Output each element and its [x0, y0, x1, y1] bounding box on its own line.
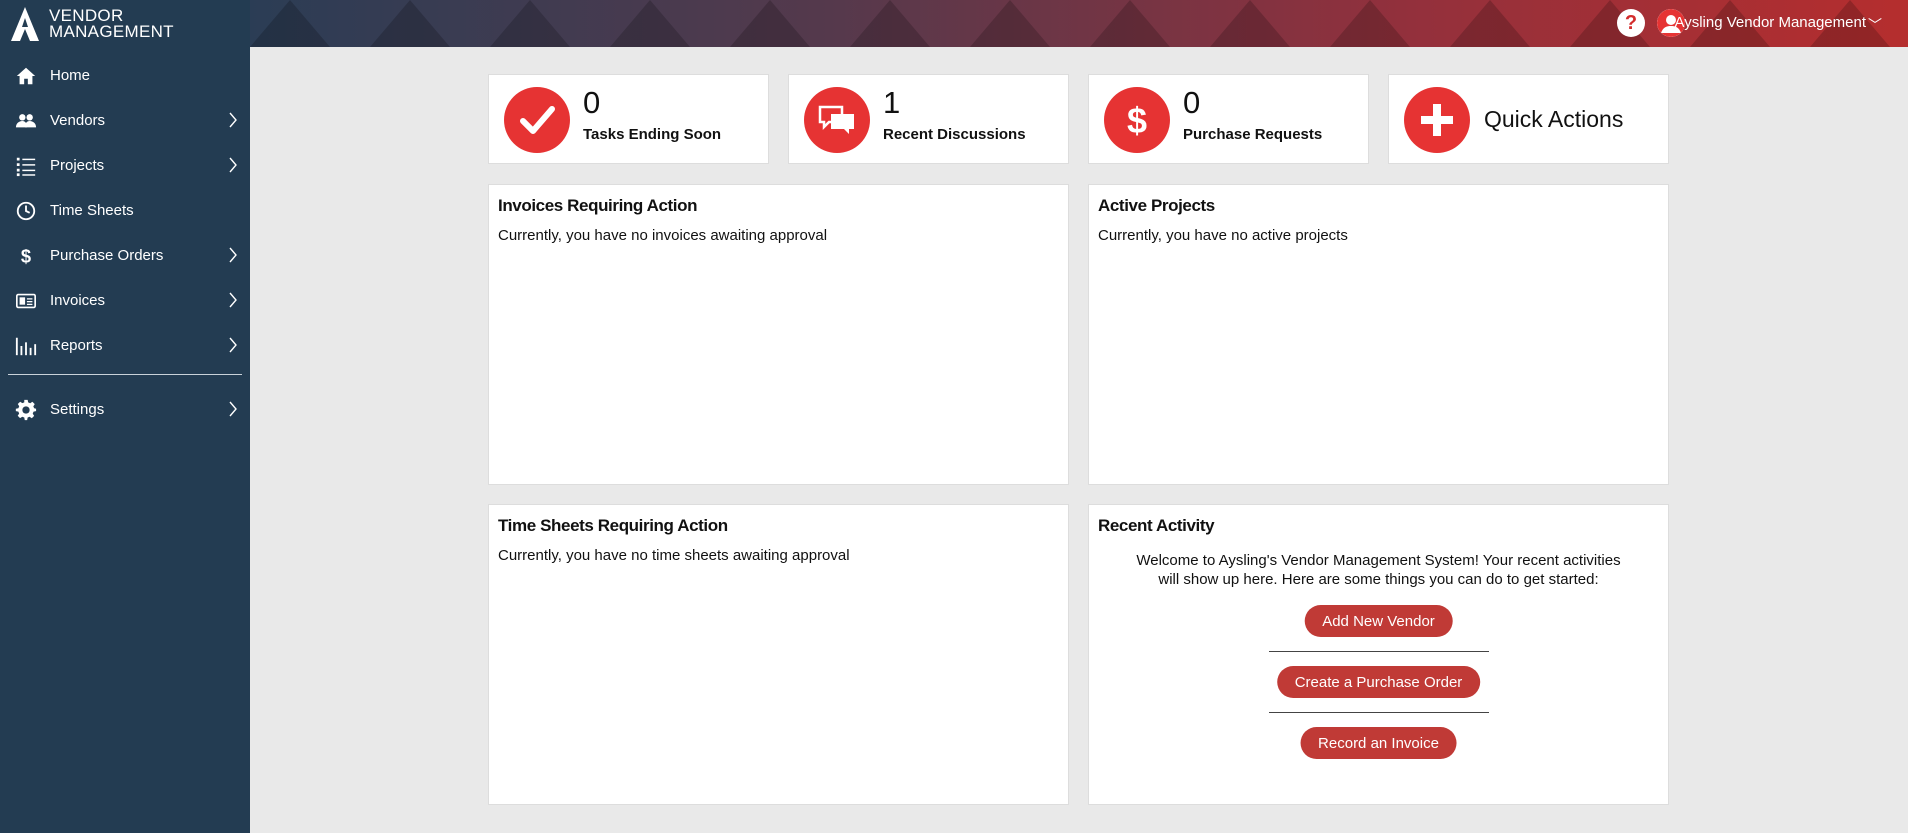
- sidebar-item-settings[interactable]: Settings: [0, 387, 250, 432]
- sidebar-item-label: Reports: [50, 337, 103, 354]
- invoice-icon: [14, 289, 38, 313]
- add-new-vendor-button[interactable]: Add New Vendor: [1304, 605, 1453, 637]
- sidebar-nav: Home Vendors Projects Time Sheets $ Purc…: [0, 53, 250, 432]
- welcome-line: will show up here. Here are some things …: [1158, 571, 1599, 588]
- clock-icon: [14, 199, 38, 223]
- stat-card-purchase-requests[interactable]: $ 0 Purchase Requests: [1088, 74, 1369, 164]
- action-divider: [1268, 651, 1489, 652]
- sidebar-item-label: Purchase Orders: [50, 247, 164, 264]
- sidebar-item-time-sheets[interactable]: Time Sheets: [0, 188, 250, 233]
- sidebar-item-invoices[interactable]: Invoices: [0, 278, 250, 323]
- stat-count: 1: [883, 85, 901, 120]
- sidebar-item-label: Settings: [50, 401, 105, 418]
- bar-chart-icon: [14, 334, 38, 358]
- welcome-message: Welcome to Aysling's Vendor Management S…: [1119, 551, 1638, 589]
- sidebar-item-reports[interactable]: Reports: [0, 323, 250, 368]
- stat-card-tasks[interactable]: 0 Tasks Ending Soon: [488, 74, 769, 164]
- stat-label: Recent Discussions: [883, 126, 1026, 143]
- sidebar: VENDOR MANAGEMENT Home Vendors Projects …: [0, 0, 250, 833]
- stat-label: Quick Actions: [1484, 106, 1624, 132]
- stat-label: Purchase Requests: [1183, 126, 1323, 143]
- stat-card-quick-actions[interactable]: Quick Actions: [1388, 74, 1669, 164]
- panel-active-projects: Active Projects Currently, you have no a…: [1088, 184, 1669, 485]
- panel-title: Active Projects: [1098, 196, 1215, 215]
- people-icon: [14, 109, 38, 133]
- dollar-icon: $: [14, 244, 38, 268]
- top-bar: ? Aysling Vendor Management ﹀: [250, 0, 1908, 47]
- chevron-right-icon: [229, 157, 237, 173]
- svg-text:$: $: [1127, 100, 1147, 140]
- chevron-right-icon: [229, 247, 237, 263]
- panel-empty-text: Currently, you have no active projects: [1098, 227, 1348, 244]
- brand-logo[interactable]: VENDOR MANAGEMENT: [10, 6, 174, 42]
- sidebar-item-label: Home: [50, 67, 91, 84]
- svg-text:$: $: [21, 245, 31, 266]
- sidebar-item-purchase-orders[interactable]: $ Purchase Orders: [0, 233, 250, 278]
- stat-card-discussions[interactable]: 1 Recent Discussions: [788, 74, 1069, 164]
- home-icon: [14, 64, 38, 88]
- panel-empty-text: Currently, you have no invoices awaiting…: [498, 227, 828, 244]
- panel-title: Recent Activity: [1098, 516, 1215, 535]
- rocket-logo-icon: [11, 7, 39, 41]
- chevron-right-icon: [229, 112, 237, 128]
- panel-invoices: Invoices Requiring Action Currently, you…: [488, 184, 1069, 485]
- panel-recent-activity: Recent Activity Welcome to Aysling's Ven…: [1088, 504, 1669, 805]
- chevron-down-icon[interactable]: ﹀: [1868, 15, 1882, 35]
- action-divider: [1268, 712, 1489, 713]
- help-icon[interactable]: ?: [1617, 9, 1645, 37]
- welcome-line: Welcome to Aysling's Vendor Management S…: [1136, 552, 1621, 569]
- chevron-right-icon: [229, 292, 237, 308]
- brand-name: VENDOR MANAGEMENT: [49, 7, 174, 41]
- panel-title: Invoices Requiring Action: [498, 196, 698, 215]
- sidebar-item-vendors[interactable]: Vendors: [0, 98, 250, 143]
- sidebar-item-label: Time Sheets: [50, 202, 134, 219]
- plus-icon: [1404, 87, 1470, 153]
- list-icon: [14, 154, 38, 178]
- sidebar-item-label: Invoices: [50, 292, 106, 309]
- panel-title: Time Sheets Requiring Action: [498, 516, 728, 535]
- brand-line2: MANAGEMENT: [49, 22, 174, 41]
- sidebar-item-home[interactable]: Home: [0, 53, 250, 98]
- gear-icon: [14, 398, 38, 422]
- sidebar-divider: [8, 374, 242, 375]
- panel-time-sheets: Time Sheets Requiring Action Currently, …: [488, 504, 1069, 805]
- stat-label: Tasks Ending Soon: [583, 126, 722, 143]
- stat-count: 0: [1183, 85, 1201, 120]
- dollar-icon: $: [1104, 87, 1170, 153]
- user-menu-name[interactable]: Aysling Vendor Management: [1674, 14, 1866, 31]
- panel-empty-text: Currently, you have no time sheets await…: [498, 547, 850, 564]
- checkmark-icon: [504, 87, 570, 153]
- chevron-right-icon: [229, 401, 237, 417]
- chevron-right-icon: [229, 337, 237, 353]
- sidebar-item-label: Vendors: [50, 112, 106, 129]
- create-purchase-order-button[interactable]: Create a Purchase Order: [1276, 666, 1481, 698]
- chat-bubbles-icon: [804, 87, 870, 153]
- sidebar-item-label: Projects: [50, 157, 105, 174]
- stat-count: 0: [583, 85, 601, 120]
- record-invoice-button[interactable]: Record an Invoice: [1300, 727, 1457, 759]
- sidebar-item-projects[interactable]: Projects: [0, 143, 250, 188]
